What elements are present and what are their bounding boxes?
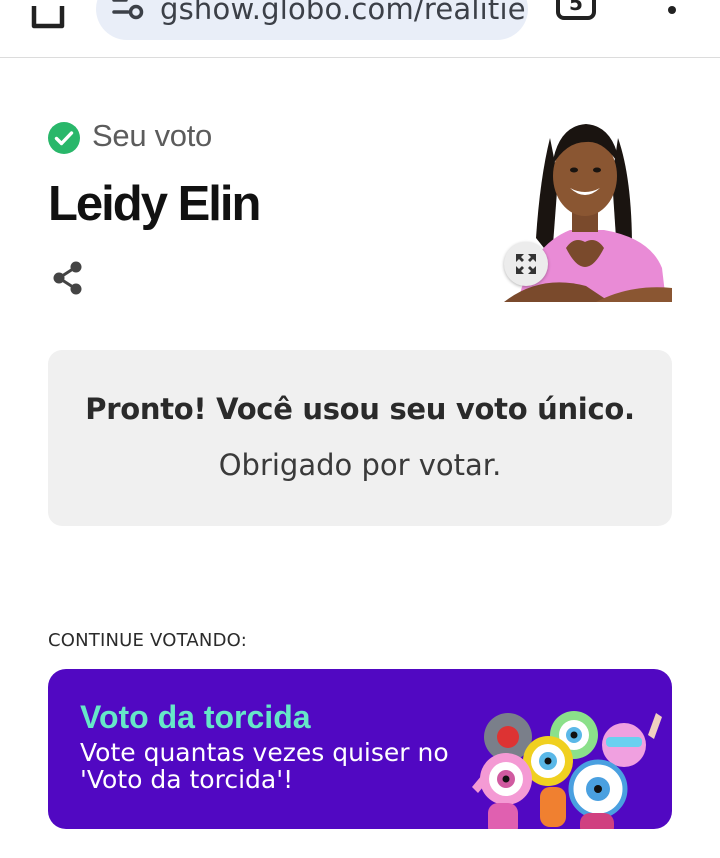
url-text[interactable]: gshow.globo.com/realitie [160,0,526,26]
home-icon[interactable] [26,0,70,30]
candidate-name: Leidy Elin [48,177,261,231]
tabs-icon[interactable]: 5 [556,0,596,20]
confirmation-title: Pronto! Você usou seu voto único. [85,392,635,426]
promo-text: Vote quantas vezes quiser no 'Voto da to… [80,738,449,794]
browser-toolbar: gshow.globo.com/realitie 5 [0,0,720,58]
continue-voting-label: CONTINUE VOTANDO: [48,630,247,651]
confirmation-subtitle: Obrigado por votar. [218,448,502,482]
vote-label: Seu voto [92,118,212,153]
address-bar[interactable]: gshow.globo.com/realitie [96,0,528,40]
bbb-eye-characters-illustration [468,705,672,829]
expand-icon[interactable] [504,242,548,286]
share-icon[interactable] [50,260,86,296]
site-settings-icon[interactable] [112,0,146,20]
confirmation-box: Pronto! Você usou seu voto único. Obriga… [48,350,672,526]
check-circle-icon [48,122,80,154]
promo-title: Voto da torcida [80,699,311,735]
voto-da-torcida-card[interactable]: Voto da torcida Vote quantas vezes quise… [48,669,672,829]
more-menu-icon[interactable] [660,0,684,20]
